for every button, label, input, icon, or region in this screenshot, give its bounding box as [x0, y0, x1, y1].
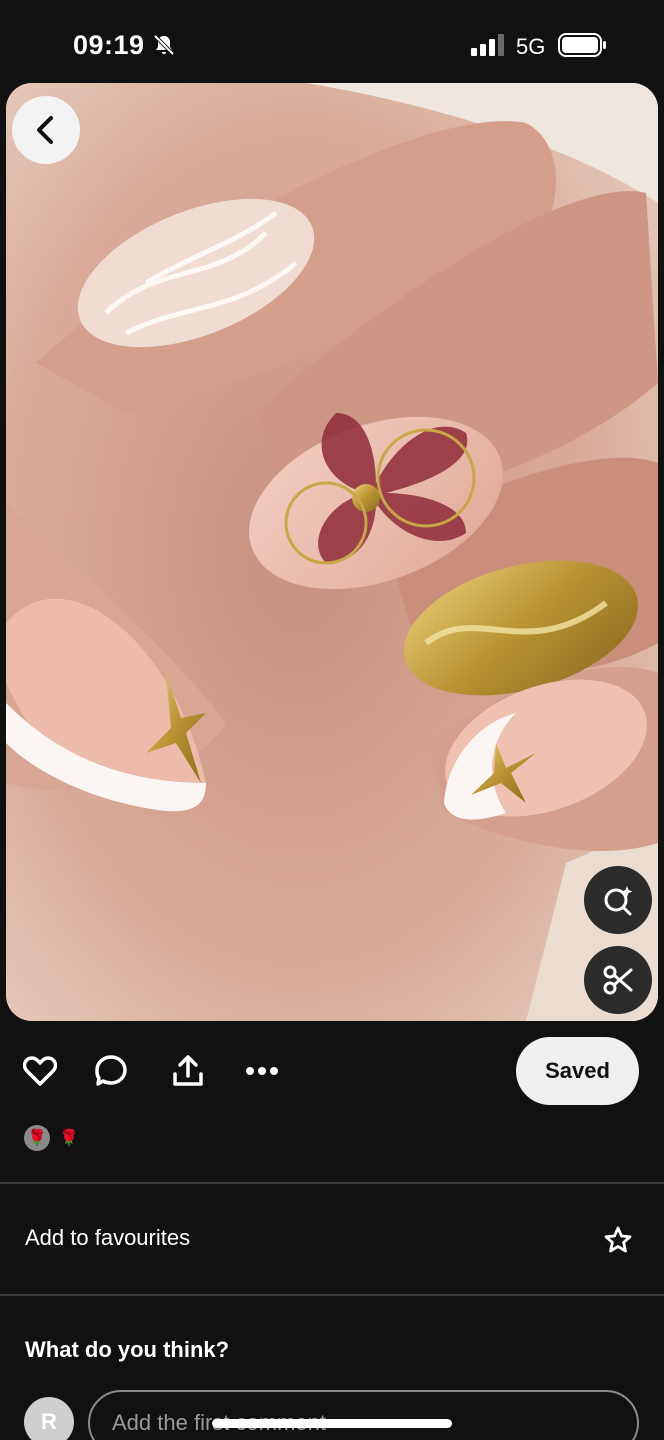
home-indicator: [212, 1419, 452, 1428]
avatar[interactable]: R: [24, 1397, 74, 1440]
back-button[interactable]: [12, 96, 80, 164]
like-button[interactable]: [20, 1051, 60, 1091]
add-to-favourites-label[interactable]: Add to favourites: [25, 1225, 190, 1251]
reaction-rose[interactable]: 🌹: [56, 1125, 82, 1151]
battery-icon: [558, 33, 606, 57]
divider: [0, 1294, 664, 1296]
divider: [0, 1182, 664, 1184]
nail-art-photo: [6, 83, 658, 1021]
visual-search-icon: [604, 886, 633, 916]
heart-icon: [23, 1056, 57, 1086]
bell-off-icon: [153, 34, 175, 56]
comment-input[interactable]: [88, 1390, 639, 1440]
cutout-button[interactable]: [584, 946, 652, 1014]
chevron-left-icon: [37, 116, 53, 144]
comment-heading: What do you think?: [25, 1337, 230, 1362]
star-icon[interactable]: [603, 1225, 633, 1255]
signal-icon: [471, 34, 504, 56]
visual-search-button[interactable]: [584, 866, 652, 934]
status-time: 09:19: [73, 30, 145, 60]
status-bar: 09:19 5G: [0, 0, 664, 86]
more-button[interactable]: [242, 1051, 282, 1091]
scissors-icon: [603, 965, 633, 995]
share-button[interactable]: [168, 1051, 208, 1091]
comment-icon: [95, 1055, 127, 1086]
comment-button[interactable]: [91, 1051, 131, 1091]
more-icon: [246, 1067, 278, 1075]
reaction-rose[interactable]: 🌹: [24, 1125, 50, 1151]
saved-button[interactable]: Saved: [516, 1037, 639, 1105]
network-label: 5G: [516, 34, 546, 59]
pin-image[interactable]: [6, 83, 658, 1021]
pin-detail-screen: 09:19 5G Saved 🌹 🌹 Add to favourites Wha…: [0, 0, 664, 1440]
share-icon: [173, 1055, 203, 1086]
